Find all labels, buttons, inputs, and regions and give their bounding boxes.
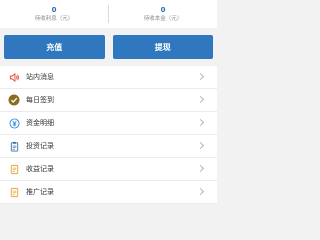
clipboard-icon: [8, 140, 20, 152]
menu-item-checkin[interactable]: 每日签到: [0, 89, 217, 112]
account-page: 0 待收利息（元） 0 待收本金（元） 充值 提现 站内消息 每日签到 资金明细…: [0, 0, 217, 217]
chevron-right-icon: [196, 164, 205, 173]
chevron-right-icon: [196, 72, 205, 81]
action-buttons: 充值 提现: [0, 35, 217, 59]
pending-interest-value: 0: [51, 5, 57, 14]
earnings-summary: 0 待收利息（元） 0 待收本金（元）: [0, 0, 217, 28]
chevron-right-icon: [196, 141, 205, 150]
menu-item-investment-records[interactable]: 投资记录: [0, 135, 217, 158]
yen-icon: [8, 117, 20, 129]
chevron-right-icon: [196, 187, 205, 196]
pending-principal: 0 待收本金（元）: [109, 0, 217, 28]
menu-item-fund-details[interactable]: 资金明细: [0, 112, 217, 135]
recharge-button[interactable]: 充值: [4, 35, 105, 59]
pending-principal-value: 0: [160, 5, 166, 14]
withdraw-button[interactable]: 提现: [112, 35, 213, 59]
menu-item-messages[interactable]: 站内消息: [0, 66, 217, 89]
chevron-right-icon: [196, 118, 205, 127]
speaker-icon: [8, 71, 20, 83]
pending-interest: 0 待收利息（元）: [0, 0, 108, 28]
menu-item-label: 站内消息: [26, 73, 54, 81]
pending-interest-label: 待收利息（元）: [34, 15, 74, 22]
menu-list: 站内消息 每日签到 资金明细 投资记录 收益记录 推广记录: [0, 66, 217, 204]
menu-item-referral-records[interactable]: 推广记录: [0, 181, 217, 204]
menu-item-label: 收益记录: [26, 165, 54, 173]
document-icon: [8, 163, 20, 175]
check-in-icon: [8, 94, 20, 106]
chevron-right-icon: [196, 95, 205, 104]
pending-principal-label: 待收本金（元）: [143, 15, 183, 22]
menu-item-label: 资金明细: [26, 119, 54, 127]
document-icon: [8, 186, 20, 198]
menu-item-income-records[interactable]: 收益记录: [0, 158, 217, 181]
menu-item-label: 投资记录: [26, 142, 54, 150]
menu-item-label: 每日签到: [26, 96, 54, 104]
menu-item-label: 推广记录: [26, 188, 54, 196]
